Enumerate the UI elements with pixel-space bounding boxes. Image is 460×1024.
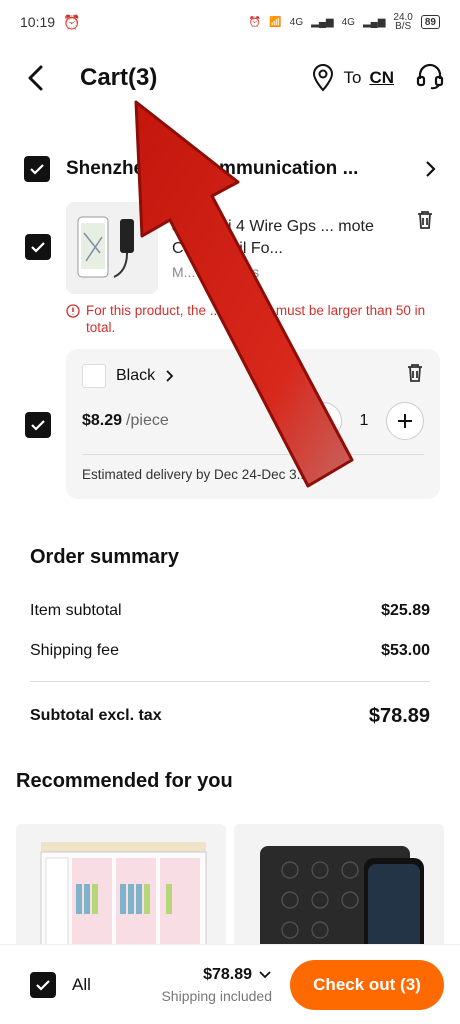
recommended-title: Recommended for you: [16, 770, 233, 792]
wifi-icon: 📶: [269, 16, 282, 28]
seller-checkbox[interactable]: [24, 156, 50, 182]
warning-text: For this product, the ... quantity must …: [86, 303, 426, 335]
quantity-stepper[interactable]: 1: [304, 402, 424, 440]
shipping-note: Shipping included: [161, 987, 272, 1004]
summary-row: Shipping fee $53.00: [30, 631, 430, 671]
increase-quantity-button[interactable]: [386, 402, 424, 440]
summary-title: Order summary: [30, 546, 179, 568]
headset-icon: [416, 63, 444, 89]
product-image[interactable]: [66, 202, 158, 294]
summary-label: Item subtotal: [30, 602, 122, 619]
ship-to-selector[interactable]: To CN: [311, 64, 394, 92]
wardrobe-image: [16, 824, 226, 954]
seller-row[interactable]: Shenzhen... g Communication ...: [0, 148, 460, 190]
back-arrow-icon: [28, 65, 43, 91]
ship-to-country: CN: [369, 68, 394, 87]
back-button[interactable]: [16, 58, 56, 98]
network-type-2: 4G: [341, 16, 355, 28]
variant-thumbnail: [82, 363, 106, 388]
location-pin-icon: [313, 64, 334, 92]
cart-total: $78.89: [203, 965, 252, 983]
alarm-icon-right: ⏰: [248, 16, 262, 28]
price-unit: /piece: [126, 412, 169, 429]
check-icon: [30, 164, 44, 175]
summary-value: $25.89: [381, 602, 430, 619]
totals-summary[interactable]: $78.89 Shipping included: [161, 966, 272, 1004]
seller-name: Shenzhen... g Communication ...: [66, 158, 359, 179]
delete-variant-button[interactable]: [406, 363, 424, 388]
checkout-button[interactable]: Check out (3): [290, 959, 444, 1010]
summary-row: Item subtotal $25.89: [30, 591, 430, 631]
delete-product-button[interactable]: [416, 210, 434, 235]
trash-icon: [408, 364, 422, 382]
total-label: Subtotal excl. tax: [30, 707, 162, 724]
divider: [82, 454, 424, 455]
status-bar: 10:19 ⏰ ⏰ 📶 4G ▂▄▆ 4G ▂▄▆ 24.0 B/S 89: [0, 0, 460, 44]
variant-color[interactable]: Black: [116, 367, 155, 385]
order-summary: Order summary Item subtotal $25.89 Shipp…: [30, 546, 430, 738]
recommended-grid: [16, 824, 444, 954]
network-type-1: 4G: [289, 16, 304, 28]
status-time: 10:19: [20, 14, 56, 30]
select-all-label[interactable]: All: [72, 975, 91, 995]
product-title[interactable]: J14 Mini 4 Wire Gps ... mote Cut Off Oil…: [172, 216, 392, 260]
product-moq: M... 50 pieces: [172, 264, 260, 280]
plus-icon: [398, 414, 412, 428]
trash-icon: [418, 211, 432, 229]
variant-checkbox[interactable]: [25, 412, 51, 438]
summary-value: $53.00: [381, 642, 430, 659]
chevron-right-icon[interactable]: [165, 369, 175, 383]
screen-protector-image: [234, 824, 444, 954]
recommended-item[interactable]: [16, 824, 226, 954]
signal-icon: ▂▄▆: [311, 16, 334, 28]
recommended-item[interactable]: [234, 824, 444, 954]
quantity-value[interactable]: 1: [342, 412, 386, 430]
divider: [30, 681, 430, 682]
support-button[interactable]: [416, 62, 444, 95]
page-title: Cart(3): [80, 64, 158, 91]
checkout-bar: All $78.89 Shipping included Check out (…: [0, 944, 460, 1024]
net-speed: 24.0 B/S: [393, 12, 413, 32]
delivery-estimate: Estimated delivery by Dec 24-Dec 3...: [82, 467, 308, 482]
variant-card: Black $8.29 /piece 1 Estimated delivery …: [66, 349, 440, 499]
cart-product[interactable]: J14 Mini 4 Wire Gps ... mote Cut Off Oil…: [24, 200, 434, 296]
select-all-checkbox[interactable]: [30, 971, 56, 998]
signal-icon-2: ▂▄▆: [362, 16, 386, 28]
chevron-right-icon: [426, 161, 436, 177]
gps-tracker-image: [77, 216, 134, 278]
summary-label: Shipping fee: [30, 642, 119, 659]
total-value: $78.89: [368, 704, 430, 727]
cart-header: Cart(3) To CN: [0, 48, 460, 108]
ship-to-label: To: [343, 68, 362, 87]
battery-icon: 89: [420, 15, 440, 29]
alarm-icon: ⏰: [63, 13, 81, 30]
decrease-quantity-button[interactable]: [304, 402, 342, 440]
chevron-down-icon[interactable]: [258, 970, 272, 980]
moq-warning: For this product, the ... quantity must …: [66, 302, 432, 336]
warning-icon: [66, 304, 80, 318]
check-icon: [31, 420, 45, 431]
variant-price: $8.29: [82, 412, 123, 429]
summary-total: Subtotal excl. tax $78.89: [30, 694, 430, 738]
check-icon: [36, 979, 50, 991]
